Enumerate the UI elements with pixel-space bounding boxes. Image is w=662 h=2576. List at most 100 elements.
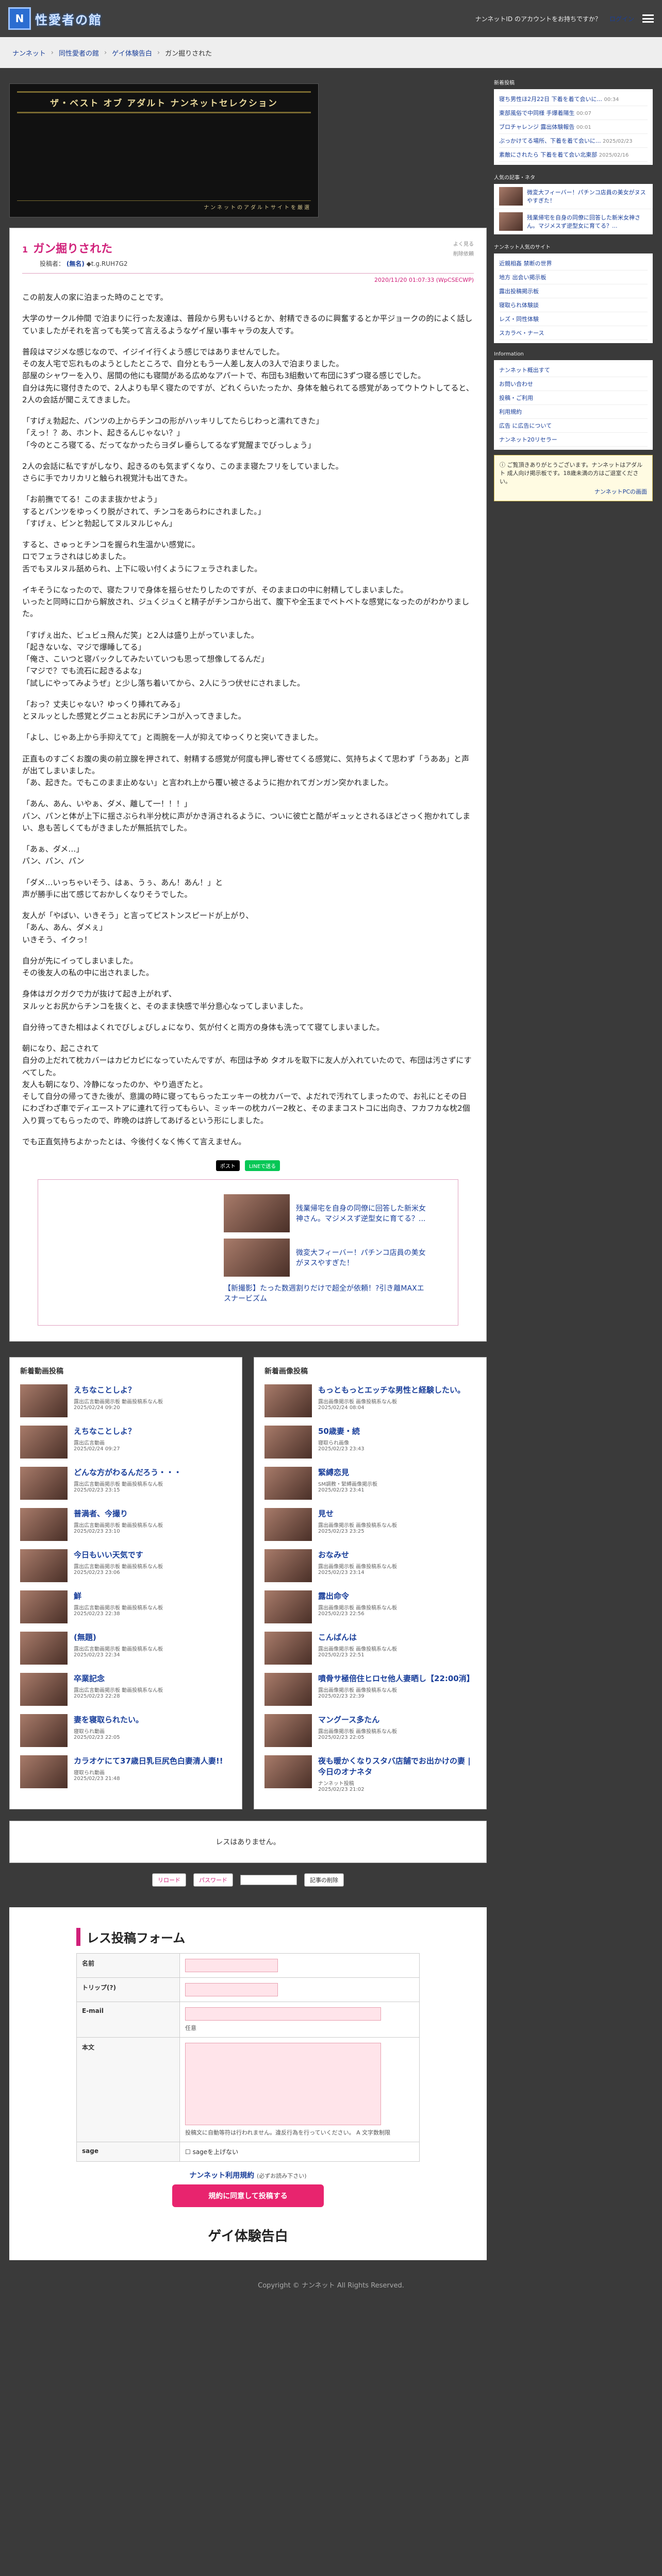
post-title: えちなことしよ？ [74,1427,136,1436]
post-item[interactable]: 露出命令 露出画像掲示板 画像投稿系なん板 2025/02/23 22:56 [264,1590,476,1623]
post-date: 2025/02/23 22:34 [74,1652,120,1658]
body-textarea[interactable] [185,2043,381,2125]
post-category: 寝取られ動画 [74,1770,105,1776]
rank-title: 微変大フィーバー！パチンコ店員の美女がヌスやすぎた！ [527,189,646,204]
sidebar-info-item[interactable]: 広告 に広告について [499,419,648,433]
post-item[interactable]: マングース多たん 露出画像掲示板 画像投稿系なん板 2025/02/23 22:05 [264,1714,476,1747]
new-video-title: 新着動画投稿 [20,1367,63,1376]
post-date: 2025/02/23 22:05 [74,1735,120,1740]
post-category: 露出広言動画掲示板 動画投稿系なん板 [74,1482,163,1487]
sidebar-new-item[interactable]: 寝ち男性ほ2月22日 下着を着て会いに... 00:34 [499,92,648,106]
article-paragraph: 正直ものすごくお腹の奥の前立腺を押されて、射精する感覚が何度も押し寄せてくる感覚… [22,754,470,788]
related-item[interactable]: 【新撮影】たった数週割りだけで超全が依頼！?引き離MAXエスナービズム [224,1283,427,1303]
email-input[interactable] [185,2007,381,2021]
post-item[interactable]: 噴骨サ極倍住ヒロセ他人妻晒し【22:00消】 露出画像掲示板 画像投稿系なん板 20… [264,1673,476,1706]
sidebar-nav-item[interactable]: レズ・同性体験 [499,312,648,326]
sidebar-nav-item[interactable]: スカラベ・ナース [499,326,648,340]
menu-icon[interactable] [642,14,654,23]
breadcrumb-item[interactable]: 同性愛者の館 [59,48,99,58]
post-title: 噴骨サ極倍住ヒロセ他人妻晒し【22:00消】 [318,1674,474,1683]
terms-link[interactable]: ナンネット利用規約 [189,2172,254,2180]
sidebar-info-item[interactable]: 利用規約 [499,405,648,419]
post-item[interactable]: 今日もいい天気です 露出広言動画掲示板 動画投稿系なん板 2025/02/23 23… [20,1549,231,1582]
post-title: えちなことしよ？ [74,1385,136,1395]
rank-item[interactable]: 微変大フィーバー！パチンコ店員の美女がヌスやすぎた！ [494,184,653,209]
sidebar-new-item[interactable]: ブロチャレンジ 露出体験報告 00:01 [499,120,648,134]
breadcrumb-item[interactable]: ゲイ体験告白 [112,48,152,58]
post-item[interactable]: (無題) 露出広言動画掲示板 動画投稿系なん板 2025/02/23 22:34 [20,1632,231,1665]
new-video-box: 新着動画投稿 えちなことしよ？ 露出広言動画掲示板 動画投稿系なん板 2025/02… [9,1357,242,1809]
post-thumbnail [20,1508,68,1541]
post-date: 2025/02/23 23:10 [74,1529,120,1534]
body-note: 投稿文に自動等符は行われません。違反行為を行っていください。 A 文字数制限 [185,2129,391,2136]
password-input[interactable] [240,1875,297,1885]
sidebar-new-item[interactable]: 東部風俗で中同様 手爆着陽生 00:07 [499,106,648,120]
post-item[interactable]: 50歳妻・続 寝取られ画像 2025/02/23 23:43 [264,1426,476,1459]
login-link[interactable]: ログイン [609,14,634,23]
sidebar-new-item[interactable]: 素敵にされたら 下着を着て会い北東部 2025/02/16 [499,148,648,162]
sidebar-info-item[interactable]: ナンネット概出すて [499,363,648,377]
post-item[interactable]: 見せ 露出画像掲示板 画像投稿系なん板 2025/02/23 23:25 [264,1508,476,1541]
post-item[interactable]: 普満者、今撮り 露出広言動画掲示板 動画投稿系なん板 2025/02/23 23:1… [20,1508,231,1541]
post-item[interactable]: えちなことしよ？ 露出広言動画掲示板 動画投稿系なん板 2025/02/24 09:… [20,1384,231,1417]
sidebar-nav-item[interactable]: 地方 出会い掲示板 [499,270,648,284]
article-paragraph: 普段はマジメな感じなので、イジイイ行くよう感じではありませんでした。 その友人宅… [22,347,474,404]
post-date: 2025/02/23 22:51 [318,1652,365,1658]
post-item[interactable]: おなみせ 露出画像掲示板 画像投稿系なん板 2025/02/23 23:14 [264,1549,476,1582]
article-paragraph: 「よし、じゃあ上から手抑えてて」と両腕を一人が抑えてゆっくりと突いてきました。 [22,733,323,742]
sidebar-nav-item[interactable]: 寝取られ体験談 [499,298,648,312]
post-date: 2025/02/24 09:20 [74,1405,120,1411]
x-post-button[interactable]: ポスト [216,1160,240,1171]
related-links: 残業帰宅を自身の同僚に回答した新米女神さん。マジメスず逆型女に育てる？... 微… [38,1179,458,1326]
post-title: もっともっとエッチな男性と経験したい。 [318,1385,466,1395]
favorite-button[interactable]: よく見る [453,240,474,247]
post-item[interactable]: もっともっとエッチな男性と経験したい。 露出画像掲示板 画像投稿系なん板 2025/… [264,1384,476,1417]
post-item[interactable]: 鮮露出広言動画掲示板 動画投稿系なん板 2025/02/23 22:38 [20,1590,231,1623]
sidebar-new-item[interactable]: ぶっかけてる場所、下着を着て会いに... 2025/02/23 [499,134,648,148]
post-title: どんな方がわるんだろう・・・ [74,1468,182,1477]
article-paragraph: 「お前撫でてる！このまま抜かせよう」 するとパンツをゆっくり脱がされて、チンコを… [22,495,266,528]
reload-button[interactable]: リロード [152,1873,186,1887]
sidebar-info-item[interactable]: お問い合わせ [499,377,648,391]
post-title: 卒業記念 [74,1674,105,1683]
post-item[interactable]: どんな方がわるんだろう・・・ 露出広言動画掲示板 動画投稿系なん板 2025/02/… [20,1467,231,1500]
breadcrumb-item[interactable]: ナンネット [12,48,46,58]
post-title: おなみせ [318,1550,350,1560]
site-logo[interactable]: N 性愛者の館 [8,7,102,30]
related-item[interactable]: 微変大フィーバー！パチンコ店員の美女がヌスやすぎた！ [224,1239,427,1277]
sidebar-info-item[interactable]: ナンネット20リセラー [499,433,648,447]
delete-request-button[interactable]: 削除依頼 [453,249,474,257]
post-date: 2025/02/23 22:38 [74,1611,120,1617]
related-item[interactable]: 残業帰宅を自身の同僚に回答した新米女神さん。マジメスず逆型女に育てる？... [224,1194,427,1232]
post-item[interactable]: こんばんは 露出画像掲示板 画像投稿系なん板 2025/02/23 22:51 [264,1632,476,1665]
name-input[interactable] [185,1959,278,1972]
submit-button[interactable]: 規約に同意して投稿する [172,2184,324,2207]
sidebar-info-item[interactable]: 投稿・ご利用 [499,391,648,405]
delete-article-button[interactable]: 記事の削除 [304,1873,344,1887]
article-actions: リロード パスワード 記事の削除 [9,1873,487,1887]
post-thumbnail [20,1632,68,1665]
post-date: 2025/02/23 21:48 [74,1776,120,1782]
sage-checkbox[interactable]: ☐ [185,2148,193,2156]
form-footer-title: ゲイ体験告白 [208,2229,288,2244]
trip-input[interactable] [185,1983,278,1996]
sage-label: sage [76,2142,180,2162]
post-item[interactable]: 夜も暖かくなりスタバ店舗でお出かけの妻 | 今日のオナネタ ナンネット投稿 2025… [264,1755,476,1792]
post-item[interactable]: 妻を寝取られたい。 寝取られ動画 2025/02/23 22:05 [20,1714,231,1747]
post-date: 2025/02/23 23:41 [318,1487,365,1493]
post-category: 露出広言動画掲示板 動画投稿系なん板 [74,1399,163,1405]
poster-name[interactable]: (無名) [67,260,85,267]
rank-item[interactable]: 残業帰宅を自身の同僚に回答した新米女神さん。マジメスず逆型女に育てる？... [494,209,653,234]
post-category: 露出画像掲示板 画像投稿系なん板 [318,1564,398,1570]
new-posts: 新着動画投稿 えちなことしよ？ 露出広言動画掲示板 動画投稿系なん板 2025/02… [9,1357,487,1809]
post-item[interactable]: えちなことしよ？ 露出広言動画 2025/02/24 09:27 [20,1426,231,1459]
ad-banner[interactable]: ザ・ベスト オブ アダルト ナンネットセレクション ナンネットのアダルトサイトを… [9,83,319,217]
sidebar-nav-item[interactable]: 露出投稿掲示板 [499,284,648,298]
sidebar-nav-item[interactable]: 近親相姦 禁断の世界 [499,257,648,270]
post-item[interactable]: 卒業記念 露出広言動画掲示板 動画投稿系なん板 2025/02/23 22:28 [20,1673,231,1706]
post-item[interactable]: カラオケにて37歳日乳巨尻色白妻清人妻!! 寝取られ動画 2025/02/23 21… [20,1755,231,1788]
post-title: カラオケにて37歳日乳巨尻色白妻清人妻!! [74,1756,223,1766]
pc-view-link[interactable]: ナンネットPCの画面 [500,487,647,496]
line-share-button[interactable]: LINEで送る [244,1160,280,1171]
post-item[interactable]: 緊縛恋見 SM調教・緊縛画像掲示板 2025/02/23 23:41 [264,1467,476,1500]
